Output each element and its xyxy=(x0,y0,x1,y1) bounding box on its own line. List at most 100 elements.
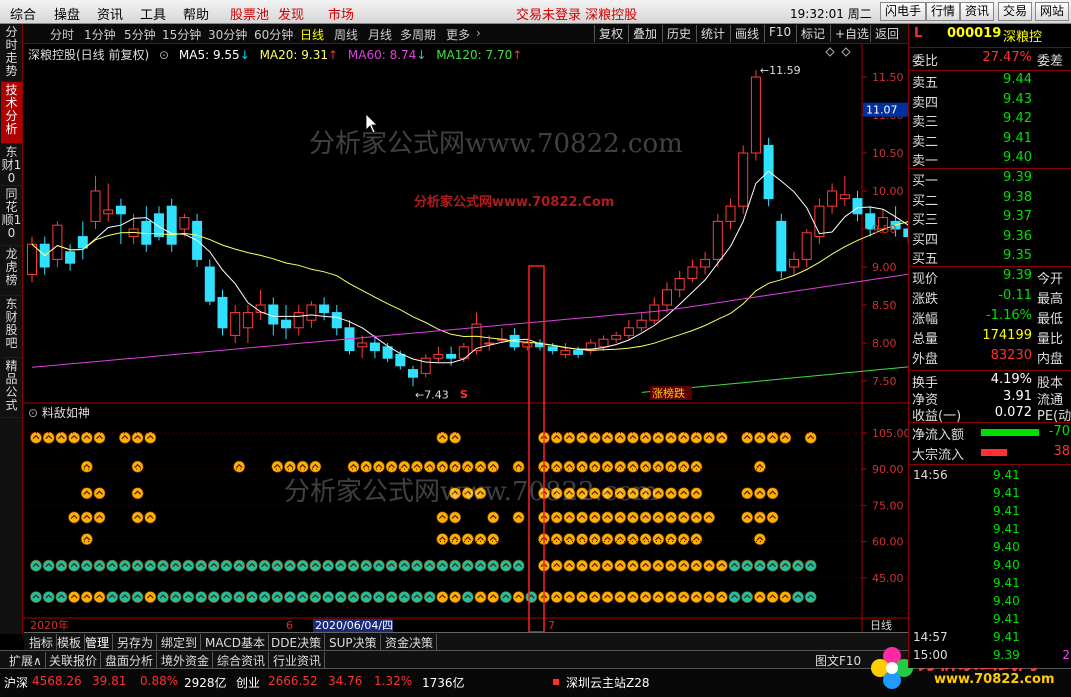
period-monthly[interactable]: 月线 xyxy=(368,26,392,43)
signal-dot xyxy=(42,431,55,444)
tab-indicator[interactable]: 指标 xyxy=(26,634,58,651)
menu-bangzhu[interactable]: 帮助 xyxy=(183,4,209,23)
date-label-month7: 7 xyxy=(548,619,555,632)
bid-row-4-value: 9.36 xyxy=(1003,228,1032,244)
flash-trade-button[interactable]: 闪电手 xyxy=(880,2,927,21)
tab-industry-info[interactable]: 行业资讯 xyxy=(270,652,326,669)
period-multi[interactable]: 多周期 xyxy=(400,26,436,43)
candle-body xyxy=(154,213,164,238)
tab-technical[interactable]: 技术分析 xyxy=(1,82,22,144)
tab-save-as[interactable]: 另存为 xyxy=(114,634,158,651)
indicator-settings-icon[interactable]: ⊙ xyxy=(28,406,38,420)
period-fenshi[interactable]: 分时 xyxy=(50,26,74,43)
period-weekly[interactable]: 周线 xyxy=(334,26,358,43)
draw-line-button[interactable]: 画线 xyxy=(730,25,763,42)
add-favorite-button[interactable]: +自选 xyxy=(830,25,873,42)
menu-faxian[interactable]: 发现 xyxy=(278,4,304,23)
overlay-button[interactable]: 叠加 xyxy=(628,25,661,42)
stats-button[interactable]: 统计 xyxy=(696,25,729,42)
period-daily[interactable]: 日线 xyxy=(300,26,324,43)
mark-button[interactable]: 标记 xyxy=(796,25,829,42)
period-5min[interactable]: 5分钟 xyxy=(124,26,156,43)
bid-row-2: 买二 9.38 xyxy=(909,190,1071,210)
signal-dot xyxy=(436,431,449,444)
signal-dot xyxy=(690,559,703,572)
price-tick-label: 9.50 xyxy=(872,223,897,236)
menu-gupiaochi[interactable]: 股票池 xyxy=(230,4,269,23)
tab-eastmoney-10[interactable]: 东财10 xyxy=(1,144,22,186)
news-button[interactable]: 资讯 xyxy=(960,2,995,21)
trade-button[interactable]: 交易 xyxy=(998,2,1033,21)
signal-dot xyxy=(80,487,93,500)
tick-row: 9.40 xyxy=(909,558,1071,576)
cy-percent: 1.32% xyxy=(374,674,413,688)
candle-body xyxy=(433,353,444,359)
tab-manage[interactable]: 管理 xyxy=(82,634,114,651)
bid-row-5: 买五 9.35 xyxy=(909,248,1071,268)
tab-market-analysis[interactable]: 盘面分析 xyxy=(102,652,158,669)
menu-shichang[interactable]: 市场 xyxy=(328,4,354,23)
settings-dropdown-icon[interactable]: ⊙ xyxy=(159,48,169,62)
period-more[interactable]: 更多 xyxy=(446,26,470,43)
signal-dot xyxy=(449,591,461,603)
candle-body xyxy=(319,304,330,314)
menu-gongju[interactable]: 工具 xyxy=(140,4,166,23)
server-name: 深圳云主站Z28 xyxy=(566,676,650,690)
website-button[interactable]: 网站 xyxy=(1035,2,1070,21)
signal-dot xyxy=(754,487,766,500)
tab-eastmoney-forum[interactable]: 东财股吧 xyxy=(1,296,22,358)
more-arrow-icon[interactable]: › xyxy=(476,26,481,40)
candle-body xyxy=(598,338,609,348)
tab-foreign-fund[interactable]: 境外资金 xyxy=(158,652,214,669)
stat-row-2: 涨幅 -1.16% 最低 xyxy=(909,308,1071,328)
period-30min[interactable]: 30分钟 xyxy=(208,26,247,43)
bid-row-2-value: 9.38 xyxy=(1003,189,1032,205)
period-1min[interactable]: 1分钟 xyxy=(84,26,116,43)
signal-dot xyxy=(652,533,665,546)
bid-row-2-label: 买二 xyxy=(912,193,939,209)
tab-macd[interactable]: MACD基本 xyxy=(202,634,269,651)
f10-button[interactable]: F10 xyxy=(764,25,795,42)
tab-formula[interactable]: 精品公式 xyxy=(1,358,22,418)
tab-intraday[interactable]: 分时走势 xyxy=(1,24,22,82)
tab-related-quote[interactable]: 关联报价 xyxy=(46,652,102,669)
stock-code[interactable]: 000019 xyxy=(947,26,1001,41)
f10-graphic-button[interactable]: 图文F10 xyxy=(812,652,864,669)
signal-dot xyxy=(385,591,398,603)
signal-dot xyxy=(690,511,703,524)
tab-dragon-tiger[interactable]: 龙虎榜 xyxy=(1,246,22,296)
signal-dot xyxy=(614,533,627,546)
stock-name[interactable]: 深粮控 xyxy=(1003,26,1042,45)
candle-body xyxy=(789,258,799,268)
signal-dot xyxy=(131,431,144,444)
signal-dot xyxy=(449,511,461,524)
signal-dot xyxy=(284,559,296,572)
signal-dot xyxy=(804,591,817,603)
back-button[interactable]: 返回 xyxy=(870,25,903,42)
tab-dde[interactable]: DDE决策 xyxy=(268,634,326,651)
menu-zixun[interactable]: 资讯 xyxy=(97,4,123,23)
tab-sup[interactable]: SUP决策 xyxy=(326,634,381,651)
kline-chart-area[interactable]: 7.508.008.509.009.5010.0010.5011.0011.50… xyxy=(24,44,908,632)
period-15min[interactable]: 15分钟 xyxy=(162,26,201,43)
menu-zonghe[interactable]: 综合 xyxy=(10,4,36,23)
flow-label: 大宗流入 xyxy=(912,448,965,463)
quote-panel: L 000019 深粮控 委比 27.47% 委差 卖五 9.44 卖四 9.43 卖三… xyxy=(908,24,1071,668)
bid-row-1-label: 买一 xyxy=(912,174,939,189)
fuquan-button[interactable]: 复权 xyxy=(594,25,627,42)
signal-dot xyxy=(741,591,754,603)
signal-dot xyxy=(119,559,131,572)
history-button[interactable]: 历史 xyxy=(662,25,695,42)
left-tab-bar: 分时走势 技术分析 东财10 同花顺10 龙虎榜 东财股吧 精品公式 xyxy=(0,24,23,634)
signal-dot xyxy=(588,431,601,444)
clock: 19:32:01 周二 xyxy=(790,7,872,21)
tab-fund[interactable]: 资金决策 xyxy=(382,634,438,651)
tab-info[interactable]: 综合资讯 xyxy=(214,652,270,669)
period-60min[interactable]: 60分钟 xyxy=(254,26,293,43)
tab-template[interactable]: 模板 xyxy=(54,634,86,651)
tab-extend[interactable]: 扩展∧ xyxy=(6,652,46,669)
quote-button[interactable]: 行情 xyxy=(926,2,961,21)
menu-caopan[interactable]: 操盘 xyxy=(54,4,80,23)
tab-bind-to[interactable]: 绑定到 xyxy=(158,634,202,651)
tab-ths-10[interactable]: 同花顺10 xyxy=(1,186,22,246)
